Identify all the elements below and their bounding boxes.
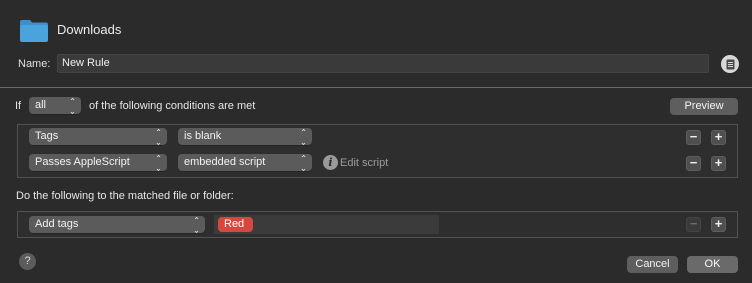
condition-attribute-value: Passes AppleScript [35,156,130,168]
add-condition-button[interactable]: + [711,130,726,145]
condition-attribute-select[interactable]: Passes AppleScript ⌃ ⌃ [29,153,167,172]
add-action-button[interactable]: + [711,217,726,232]
edit-script-link[interactable]: Edit script [340,157,388,169]
match-type-value: all [35,99,47,111]
window-title: Downloads [57,22,122,37]
remove-action-button[interactable]: − [686,217,701,232]
chevron-updown-icon: ⌃ ⌃ [300,153,307,172]
ok-button[interactable]: OK [687,256,738,273]
action-type-value: Add tags [35,218,79,230]
chevron-updown-icon: ⌃ ⌃ [193,215,200,234]
chevron-updown-icon: ⌃ ⌃ [69,96,76,115]
action-type-select[interactable]: Add tags ⌃ ⌃ [29,215,205,234]
info-icon[interactable]: i [323,155,338,170]
condition-operator-select[interactable]: embedded script ⌃ ⌃ [178,153,312,172]
condition-attribute-value: Tags [35,130,59,142]
condition-operator-select[interactable]: is blank ⌃ ⌃ [178,127,312,146]
help-button[interactable]: ? [19,253,36,270]
if-label: If [15,100,22,112]
document-icon[interactable] [721,55,739,73]
condition-attribute-select[interactable]: Tags ⌃ ⌃ [29,127,167,146]
add-condition-button[interactable]: + [711,156,726,171]
actions-heading: Do the following to the matched file or … [16,190,234,202]
condition-operator-value: embedded script [184,156,266,168]
preview-button[interactable]: Preview [670,98,738,115]
rule-name-input[interactable]: New Rule [57,54,709,73]
divider [0,87,752,88]
tag-chip-red[interactable]: Red [218,217,253,232]
match-type-select[interactable]: all ⌃ ⌃ [29,96,81,115]
folder-icon [19,19,49,43]
cancel-button[interactable]: Cancel [627,256,678,273]
chevron-updown-icon: ⌃ ⌃ [300,127,307,146]
name-label: Name: [18,58,51,70]
condition-operator-value: is blank [184,130,222,142]
chevron-updown-icon: ⌃ ⌃ [155,153,162,172]
chevron-updown-icon: ⌃ ⌃ [155,127,162,146]
conditions-suffix: of the following conditions are met [89,100,256,112]
remove-condition-button[interactable]: − [686,130,701,145]
remove-condition-button[interactable]: − [686,156,701,171]
